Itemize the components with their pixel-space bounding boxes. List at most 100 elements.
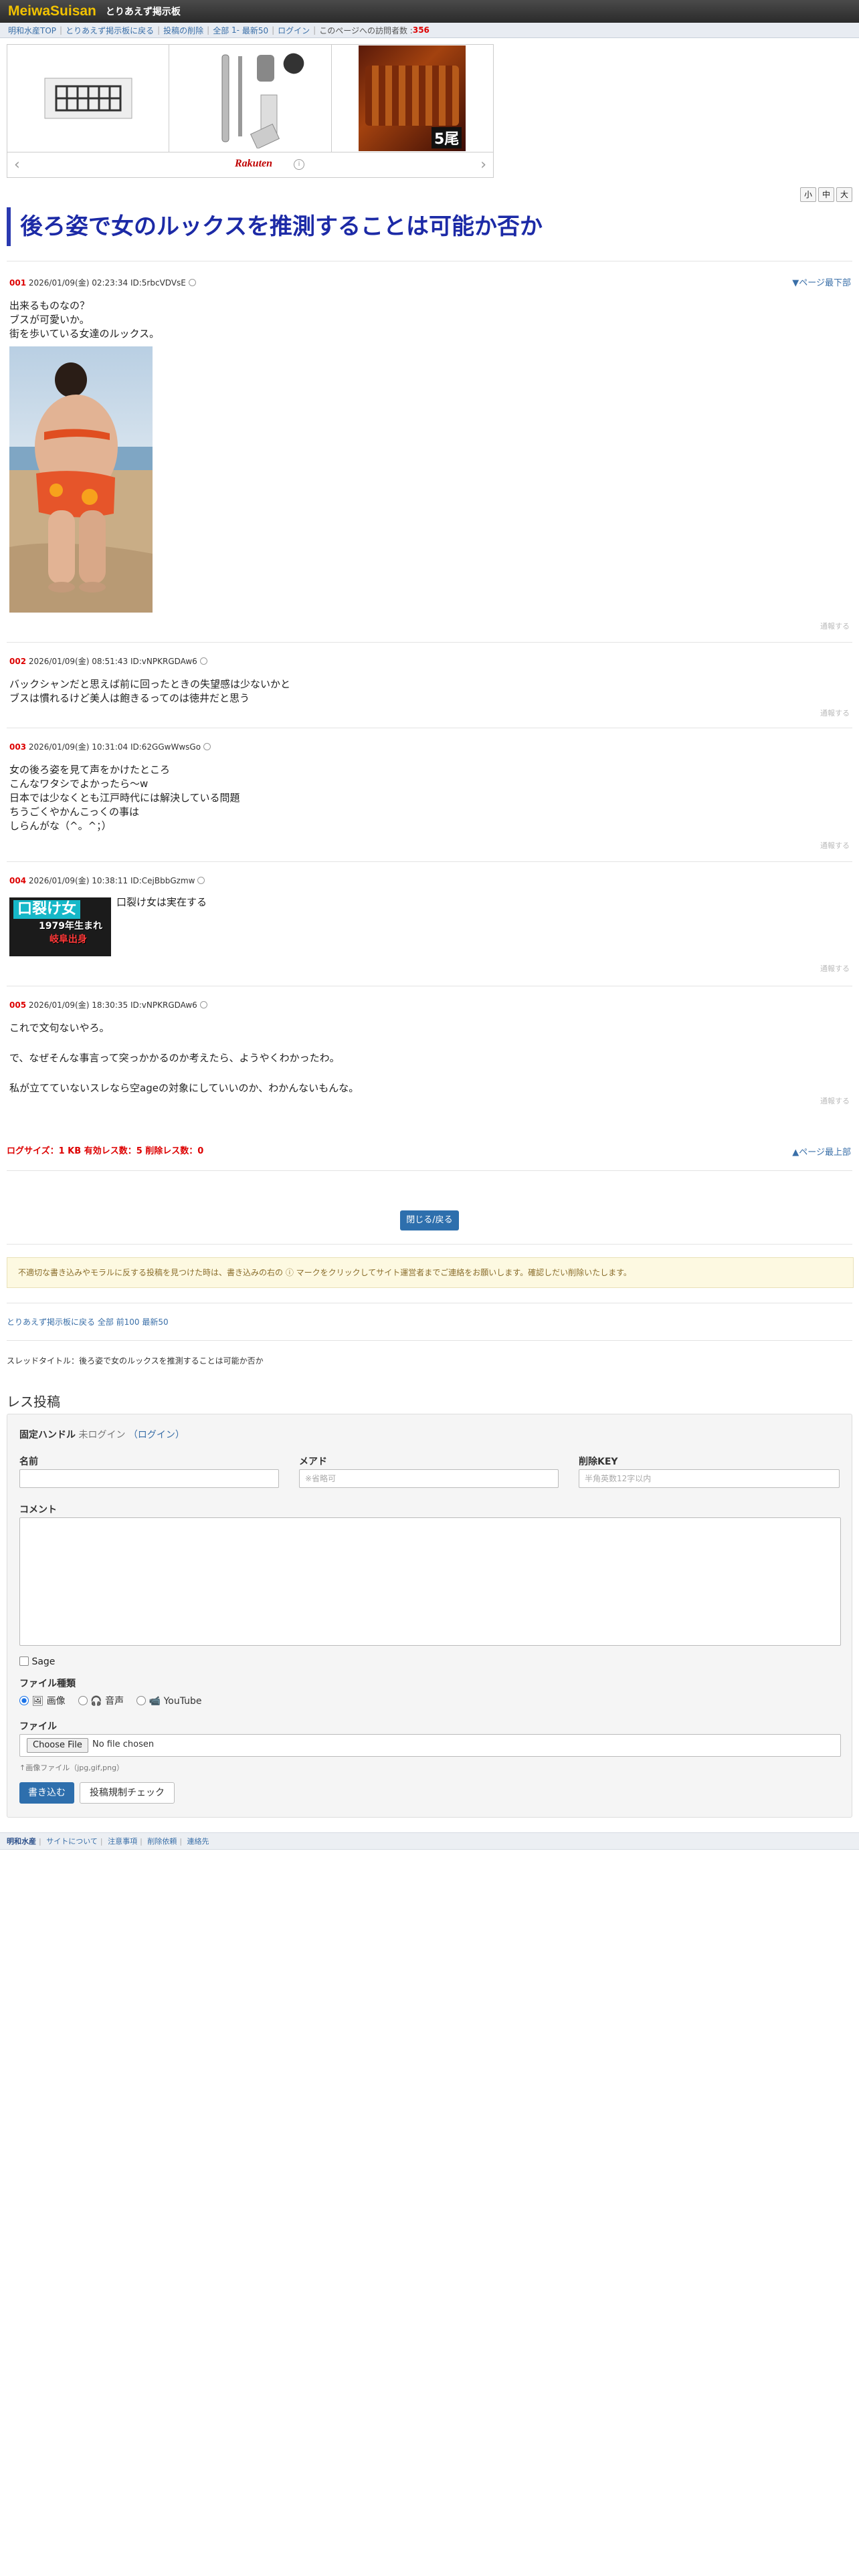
post-body: バックシャンだと思えば前に回ったときの失望感は少ないかと ブスは慣れるけど美人は… (9, 678, 291, 704)
thread-title: 後ろ姿で女のルックスを推測することは可能か否か (7, 207, 859, 246)
comment-textarea[interactable] (19, 1517, 841, 1646)
ad-item-razor[interactable] (169, 45, 332, 152)
report-link[interactable]: 通報する (820, 1095, 850, 1106)
close-back-button[interactable]: 閉じる/戻る (400, 1210, 459, 1230)
mail-label: メアド (299, 1457, 327, 1467)
file-type-audio-option[interactable]: 🎧 音声 (78, 1696, 124, 1707)
sage-label: Sage (31, 1656, 56, 1667)
post-attached-photo[interactable] (9, 346, 153, 613)
radio-youtube[interactable] (136, 1696, 147, 1705)
file-type-label: ファイル種類 (19, 1679, 76, 1689)
report-info-icon[interactable] (199, 1001, 207, 1008)
font-large-button[interactable]: 大 (836, 187, 852, 202)
ad-item-ice-tray[interactable] (7, 45, 170, 152)
report-link[interactable]: 通報する (820, 840, 850, 851)
footer-notes-link[interactable]: 注意事項 (108, 1837, 137, 1846)
file-status: No file chosen (92, 1739, 155, 1749)
post-005: 005 2026/01/09(金) 18:30:35 ID:vNPKRGDAw6… (9, 999, 850, 1095)
footer: 明和水産 | サイトについて | 注意事項 | 削除依頼 | 連絡先 (0, 1832, 859, 1850)
report-info-icon[interactable] (203, 743, 211, 750)
youtube-thumbnail[interactable]: 口裂け女 1979年生まれ 岐阜出身 (9, 897, 111, 956)
post-id[interactable]: ID:vNPKRGDAw6 (130, 1000, 197, 1010)
sage-row: Sage (19, 1656, 55, 1667)
nav-top-link[interactable]: 明和水産TOP (8, 25, 56, 36)
post-date: 2026/01/09(金) 08:51:43 (28, 657, 128, 666)
post-body: 出来るものなの？ ブスが可愛いか。 街を歩いている女達のルックス。 (9, 300, 160, 340)
jump-top-link[interactable]: ▲ページ最上部 (792, 1145, 851, 1158)
reply-form-title: レス投稿 (7, 1394, 60, 1410)
post-id[interactable]: ID:62GGwWwsGo (130, 742, 201, 752)
nav-login-link[interactable]: ログイン (278, 25, 310, 36)
name-label: 名前 (19, 1457, 38, 1467)
mail-input[interactable]: ※省略可 (299, 1469, 559, 1488)
nav-all-link[interactable]: 全部 (213, 25, 229, 36)
razor-image (221, 53, 304, 148)
nav-delete-link[interactable]: 投稿の削除 (163, 25, 203, 36)
post-body: これで文句ないやろ。 で、なぜそんな事言って突っかかるのか考えたら、ようやくわか… (9, 1022, 359, 1094)
post-004: 004 2026/01/09(金) 10:38:11 ID:CejBbbGzmw… (9, 875, 850, 909)
delete-key-input[interactable]: 半角英数12字以内 (579, 1469, 840, 1488)
nav-1-link[interactable]: 1- (231, 25, 240, 35)
radio-image[interactable] (19, 1696, 29, 1705)
post-number[interactable]: 001 (9, 278, 26, 288)
post-date: 2026/01/09(金) 18:30:35 (28, 1000, 128, 1010)
post-date: 2026/01/09(金) 10:38:11 (28, 876, 128, 885)
post-header: 002 2026/01/09(金) 08:51:43 ID:vNPKRGDAw6 (9, 655, 850, 667)
report-link[interactable]: 通報する (820, 621, 850, 631)
ad-next-arrow-icon[interactable]: › (480, 156, 486, 173)
post-id[interactable]: ID:CejBbbGzmw (130, 876, 195, 885)
thread-title-label: スレッドタイトル：後ろ姿で女のルックスを推測することは可能か否か (7, 1356, 264, 1366)
reply-form: 固定ハンドル 未ログイン （ログイン） 名前 メアド ※省略可 削除KEY 半角… (7, 1414, 852, 1818)
report-info-icon[interactable] (197, 877, 205, 884)
font-size-buttons: 小 中 大 (800, 187, 852, 202)
post-header: 003 2026/01/09(金) 10:31:04 ID:62GGwWwsGo (9, 741, 850, 752)
ad-info-icon[interactable]: i (294, 159, 304, 170)
post-body: 口裂け女は実在する (116, 896, 207, 908)
board-name[interactable]: とりあえず掲示板 (106, 5, 181, 18)
ad-item-unagi[interactable]: 5尾 (332, 45, 493, 152)
radio-audio[interactable] (78, 1696, 88, 1705)
choose-file-button[interactable]: Choose File (27, 1738, 88, 1753)
font-small-button[interactable]: 小 (800, 187, 816, 202)
post-id[interactable]: ID:vNPKRGDAw6 (130, 657, 197, 666)
file-input[interactable]: Choose File No file chosen (19, 1734, 841, 1757)
name-input[interactable] (19, 1469, 279, 1488)
login-link[interactable]: （ログイン） (128, 1430, 185, 1440)
post-001: 001 2026/01/09(金) 02:23:34 ID:5rbcVDVsE … (9, 277, 850, 341)
nav-latest50-link[interactable]: 最新50 (242, 25, 268, 36)
site-logo[interactable]: MeiwaSuisan (8, 3, 96, 19)
report-link[interactable]: 通報する (820, 708, 850, 718)
post-body: 女の後ろ姿を見て声をかけたところ こんなワタシでよかったら〜w 日本では少なくと… (9, 764, 240, 832)
divider (7, 1244, 852, 1245)
fixed-handle-label: 固定ハンドル (19, 1430, 76, 1440)
nav-board-link[interactable]: とりあえず掲示板に戻る (66, 25, 154, 36)
post-number[interactable]: 003 (9, 742, 26, 752)
post-number[interactable]: 005 (9, 1000, 26, 1010)
file-type-image-option[interactable]: 🖼 画像 (19, 1696, 66, 1707)
post-number[interactable]: 004 (9, 876, 26, 885)
rakuten-logo[interactable]: Rakuten (235, 158, 272, 170)
sage-checkbox[interactable] (19, 1656, 29, 1666)
post-number[interactable]: 002 (9, 657, 26, 666)
login-state: 未ログイン (78, 1430, 126, 1440)
ad-prev-arrow-icon[interactable]: ‹ (14, 156, 20, 173)
submit-button[interactable]: 書き込む (19, 1782, 74, 1804)
report-link[interactable]: 通報する (820, 963, 850, 974)
post-id[interactable]: ID:5rbcVDVsE (130, 278, 186, 288)
report-info-icon[interactable] (188, 279, 196, 286)
footer-about-link[interactable]: サイトについて (46, 1837, 98, 1846)
font-medium-button[interactable]: 中 (818, 187, 834, 202)
footer-contact-link[interactable]: 連絡先 (187, 1837, 209, 1846)
delete-key-label: 削除KEY (579, 1457, 618, 1467)
post-restriction-check-button[interactable]: 投稿規制チェック (80, 1782, 175, 1804)
footer-delete-request-link[interactable]: 削除依頼 (147, 1837, 177, 1846)
visitor-counter-value: 356 (412, 25, 430, 35)
bottom-nav-links[interactable]: とりあえず掲示板に戻る 全部 前100 最新50 (7, 1316, 169, 1327)
post-header: 004 2026/01/09(金) 10:38:11 ID:CejBbbGzmw (9, 875, 850, 886)
footer-brand-link[interactable]: 明和水産 (7, 1837, 36, 1846)
file-type-youtube-option[interactable]: 📹 YouTube (136, 1696, 202, 1707)
ice-tray-image (44, 78, 132, 119)
divider (7, 642, 852, 643)
report-info-icon[interactable] (199, 657, 207, 665)
beach-photo-image (9, 346, 153, 613)
